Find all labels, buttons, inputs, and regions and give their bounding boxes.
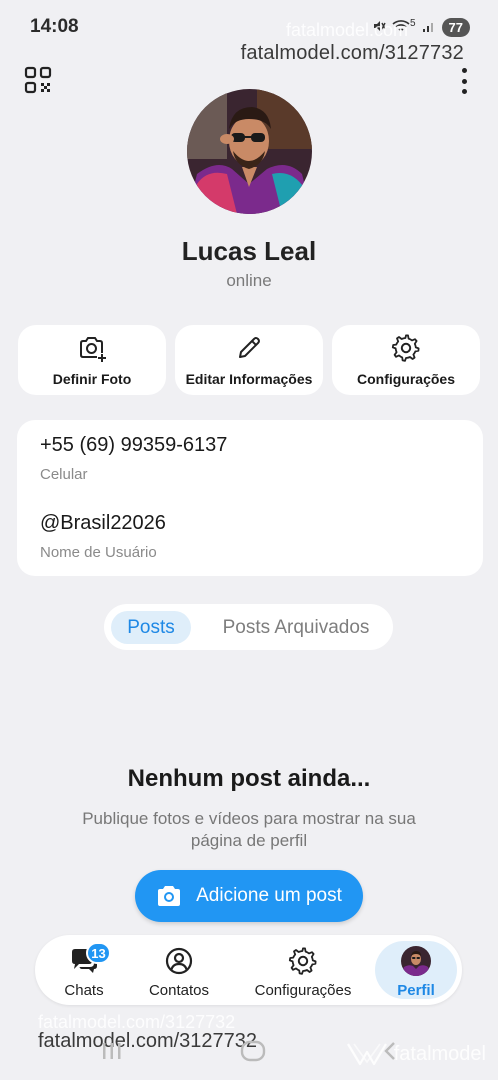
gear-icon <box>288 947 317 975</box>
add-post-button[interactable]: Adicione um post <box>135 870 363 922</box>
empty-state-subtitle: Publique fotos e vídeos para mostrar na … <box>82 809 416 850</box>
brand-logo: fatalmodel <box>346 1040 486 1068</box>
edit-info-label: Editar Informações <box>185 371 313 387</box>
settings-label: Configurações <box>356 371 455 387</box>
camera-plus-icon <box>80 337 107 363</box>
nav-settings[interactable]: Configurações <box>248 940 358 1000</box>
brand-logo-icon <box>346 1043 387 1066</box>
gear-icon <box>391 334 420 362</box>
signal-icon <box>422 19 436 36</box>
empty-state-title: Nenhum post ainda... <box>127 765 371 792</box>
nav-chats-label: Chats <box>64 982 104 999</box>
tab-posts[interactable]: Posts <box>111 611 191 644</box>
home-icon[interactable] <box>240 1040 266 1068</box>
chats-unread-badge: 13 <box>86 942 111 964</box>
username[interactable]: @Brasil22026 <box>40 512 166 535</box>
brand-name: fatalmodel <box>393 1042 486 1065</box>
camera-icon <box>158 886 181 906</box>
profile-status: online <box>226 271 272 290</box>
nav-contacts-label: Contatos <box>148 982 210 999</box>
wifi-band-label: 5 <box>409 18 416 29</box>
watermark-bottom: fatalmodel.com/3127732 <box>38 1030 258 1052</box>
set-photo-button[interactable]: Definir Foto <box>18 325 166 395</box>
profile-avatar[interactable] <box>187 89 312 214</box>
profile-name: Lucas Leal <box>181 236 317 266</box>
tab-archived-posts[interactable]: Posts Arquivados <box>206 611 386 644</box>
more-vertical-icon[interactable] <box>460 68 468 94</box>
phone-number[interactable]: +55 (69) 99359-6137 <box>40 434 227 457</box>
set-photo-label: Definir Foto <box>52 371 132 387</box>
settings-button[interactable]: Configurações <box>332 325 480 395</box>
nav-profile[interactable]: Perfil <box>378 940 454 1000</box>
nav-profile-label: Perfil <box>397 982 435 999</box>
status-time: 14:08 <box>30 16 79 37</box>
battery-indicator: 77 <box>441 18 470 37</box>
username-label: Nome de Usuário <box>40 544 157 561</box>
contact-icon <box>165 947 193 975</box>
pencil-icon <box>239 337 260 358</box>
recent-apps-icon[interactable] <box>100 1040 124 1068</box>
watermark-ghost-top: fatalmodel.com <box>285 20 408 40</box>
watermark-top: fatalmodel.com/3127732 <box>240 42 464 64</box>
add-post-label: Adicione um post <box>196 885 342 906</box>
nav-contacts[interactable]: Contatos <box>138 940 220 1000</box>
qr-code-icon[interactable] <box>24 66 52 94</box>
avatar-icon <box>401 946 431 976</box>
phone-label: Celular <box>40 466 88 483</box>
nav-settings-label: Configurações <box>254 982 352 999</box>
edit-info-button[interactable]: Editar Informações <box>175 325 323 395</box>
